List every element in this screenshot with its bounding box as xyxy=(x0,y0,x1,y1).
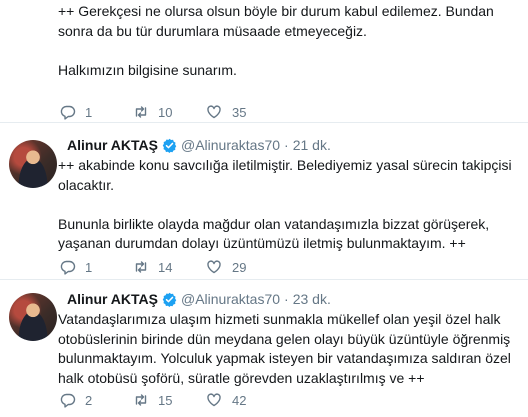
tweet-header: Alinur AKTAŞ @Alinuraktas70 · 23 dk. xyxy=(67,291,331,307)
retweet-button[interactable]: 10 xyxy=(133,104,206,120)
author-name[interactable]: Alinur AKTAŞ xyxy=(67,137,158,153)
tweet-paragraph: ++ akabinde konu savcılığa iletilmiştir.… xyxy=(58,157,512,193)
reply-count: 2 xyxy=(85,392,93,408)
reply-icon xyxy=(60,105,76,120)
like-count: 29 xyxy=(232,259,247,275)
reply-icon xyxy=(60,393,76,408)
retweet-button[interactable]: 15 xyxy=(133,392,206,408)
avatar[interactable] xyxy=(9,293,57,341)
retweet-count: 14 xyxy=(158,259,173,275)
timestamp[interactable]: 21 dk. xyxy=(293,137,331,153)
separator: · xyxy=(284,137,289,153)
tweet-paragraph: Bununla birlikte olayda mağdur olan vata… xyxy=(58,215,490,252)
retweet-count: 10 xyxy=(158,104,173,120)
author-handle[interactable]: @Alinuraktas70 xyxy=(181,291,280,307)
reply-count: 1 xyxy=(85,104,93,120)
author-name[interactable]: Alinur AKTAŞ xyxy=(67,291,158,307)
heart-icon xyxy=(207,105,221,119)
verified-badge-icon xyxy=(162,292,177,307)
avatar[interactable] xyxy=(9,140,57,188)
reply-icon xyxy=(60,260,76,275)
retweet-button[interactable]: 14 xyxy=(133,259,206,275)
tweet-paragraph: Halkımızın bilgisine sunarım. xyxy=(58,61,237,78)
retweet-icon xyxy=(135,261,147,273)
like-button[interactable]: 35 xyxy=(206,104,279,120)
tweet-paragraph: ++ Gerekçesi ne olursa olsun böyle bir d… xyxy=(58,3,494,39)
separator: · xyxy=(284,291,289,307)
retweet-icon xyxy=(135,394,147,406)
tweet-header: Alinur AKTAŞ @Alinuraktas70 · 21 dk. xyxy=(67,137,331,153)
retweet-count: 15 xyxy=(158,392,173,408)
tweet[interactable]: ++ Gerekçesi ne olursa olsun böyle bir d… xyxy=(0,0,528,123)
like-button[interactable]: 29 xyxy=(206,259,279,275)
reply-button[interactable]: 1 xyxy=(60,259,133,275)
retweet-icon xyxy=(135,106,147,118)
tweet-actions: 2 15 42 xyxy=(60,392,279,408)
heart-icon xyxy=(207,260,221,274)
tweet-feed: ++ Gerekçesi ne olursa olsun böyle bir d… xyxy=(0,0,528,417)
tweet-paragraph: Vatandaşlarımıza ulaşım hizmeti sunmakla… xyxy=(58,311,511,386)
like-count: 42 xyxy=(232,392,247,408)
reply-count: 1 xyxy=(85,259,93,275)
timestamp[interactable]: 23 dk. xyxy=(293,291,331,307)
verified-badge-icon xyxy=(162,138,177,153)
author-handle[interactable]: @Alinuraktas70 xyxy=(181,137,280,153)
reply-button[interactable]: 1 xyxy=(60,104,133,120)
tweet-text: ++ akabinde konu savcılığa iletilmiştir.… xyxy=(58,156,518,254)
tweet-actions: 1 10 35 xyxy=(60,104,279,120)
like-button[interactable]: 42 xyxy=(206,392,279,408)
like-count: 35 xyxy=(232,104,247,120)
tweet[interactable]: Alinur AKTAŞ @Alinuraktas70 · 23 dk. Vat… xyxy=(0,280,528,417)
tweet-text: Vatandaşlarımıza ulaşım hizmeti sunmakla… xyxy=(58,310,518,388)
tweet-text: ++ Gerekçesi ne olursa olsun böyle bir d… xyxy=(58,2,518,80)
tweet[interactable]: Alinur AKTAŞ @Alinuraktas70 · 21 dk. ++ … xyxy=(0,123,528,280)
tweet-actions: 1 14 29 xyxy=(60,259,279,275)
reply-button[interactable]: 2 xyxy=(60,392,133,408)
heart-icon xyxy=(207,393,221,407)
